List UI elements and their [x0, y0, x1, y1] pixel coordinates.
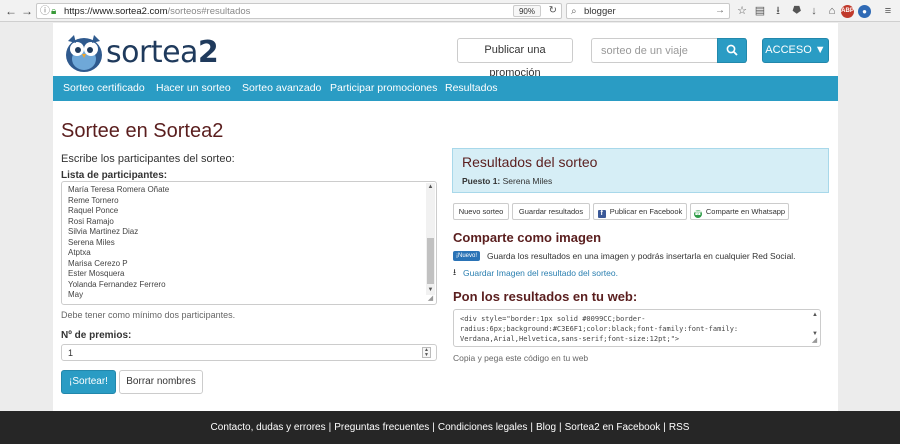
main-navigation: Sorteo certificado Hacer un sorteo Sorte…	[53, 76, 838, 101]
prizes-label: Nº de premios:	[61, 330, 132, 341]
scroll-up-icon[interactable]: ▲	[811, 311, 819, 319]
new-draw-button[interactable]: Nuevo sorteo	[453, 203, 509, 220]
back-arrow-icon[interactable]: ←	[3, 3, 19, 19]
embed-title: Pon los resultados en tu web:	[453, 289, 638, 304]
resize-handle-icon[interactable]: ◢	[810, 336, 819, 345]
footer-link-rss[interactable]: RSS	[669, 422, 690, 433]
scrollbar-thumb[interactable]	[427, 238, 434, 284]
embed-code-line: <div style="border:1px solid #0099CC;bor…	[460, 315, 646, 323]
share-image-text: Guarda los resultados en una imagen y po…	[487, 251, 796, 261]
reading-list-icon[interactable]: ▤	[752, 3, 768, 19]
embed-code-line: Verdana,Arial,Helvetica,sans-serif;font-…	[460, 335, 680, 343]
resize-handle-icon[interactable]: ◢	[426, 294, 435, 303]
participants-subtitle: Escribe los participantes del sorteo:	[61, 153, 235, 165]
page-container: sortea2 Publicar una promoción ACCESO ▼ …	[53, 23, 838, 411]
bookmark-star-icon[interactable]: ☆	[734, 3, 750, 19]
lock-icon: 🔒︎	[51, 6, 57, 17]
participants-label: Lista de participantes:	[61, 170, 168, 181]
save-image-link[interactable]: Guardar Imagen del resultado del sorteo.	[463, 268, 618, 278]
home-icon[interactable]: ⌂	[824, 3, 840, 19]
results-place-1: Puesto 1: Serena Miles	[462, 176, 553, 186]
embed-code-textarea[interactable]: <div style="border:1px solid #0099CC;bor…	[453, 309, 821, 347]
clear-names-button[interactable]: Borrar nombres	[119, 370, 203, 394]
footer-separator: |	[559, 422, 562, 433]
whatsapp-icon: ☎	[693, 210, 702, 218]
embed-code-scrollbar[interactable]: ▲ ▼	[811, 311, 819, 338]
prizes-input[interactable]	[61, 344, 437, 361]
participant-entry: Raquel Ponce	[68, 206, 119, 215]
nav-hacer-un-sorteo[interactable]: Hacer un sorteo	[156, 76, 231, 101]
pocket-icon[interactable]: ⯂	[788, 3, 804, 19]
participant-entry: Serena Miles	[68, 238, 115, 247]
footer-link-facebook[interactable]: Sortea2 en Facebook	[565, 422, 661, 433]
info-icon[interactable]: ⓘ	[40, 5, 50, 18]
publish-promotion-button[interactable]: Publicar una promoción	[457, 38, 573, 79]
zoom-indicator[interactable]: 90%	[512, 5, 541, 17]
participant-entry: María Teresa Romera Oñate	[68, 185, 170, 194]
new-badge: ¡Nuevo!	[453, 251, 481, 261]
download-arrow-icon[interactable]: ↓	[806, 3, 822, 19]
participants-scrollbar[interactable]: ▲ ▼	[426, 183, 435, 295]
footer-separator: |	[530, 422, 534, 433]
prizes-stepper[interactable]: ▲ ▼	[422, 347, 431, 358]
results-title: Resultados del sorteo	[462, 154, 598, 170]
participant-entry: Reme Tornero	[68, 196, 119, 205]
footer-link-blog[interactable]: Blog	[536, 422, 556, 433]
download-icon: ⭳	[453, 267, 457, 277]
draw-button[interactable]: ¡Sortear!	[61, 370, 116, 394]
save-results-button[interactable]: Guardar resultados	[512, 203, 590, 220]
owl-mascot-icon	[66, 35, 102, 72]
min-participants-help: Debe tener como mínimo dos participantes…	[61, 310, 236, 320]
nav-participar-promociones[interactable]: Participar promociones	[330, 76, 437, 101]
footer-link-contact[interactable]: Contacto, dudas y errores	[211, 422, 326, 433]
participants-textarea[interactable]: María Teresa Romera Oñate Reme Tornero R…	[61, 181, 437, 305]
footer-link-faq[interactable]: Preguntas frecuentes	[334, 422, 429, 433]
url-text: https://www.sortea2.com/sorteos#resultad…	[64, 6, 251, 17]
extension-icon[interactable]: ●	[858, 5, 871, 18]
facebook-share-button[interactable]: f Publicar en Facebook	[593, 203, 687, 220]
search-icon	[726, 44, 738, 56]
search-icon: ⌕	[571, 6, 577, 17]
browser-search-query: blogger	[584, 6, 616, 17]
participant-entry: Yolanda Fernandez Ferrero	[68, 280, 166, 289]
footer-links: Contacto, dudas y errores | Preguntas frec…	[0, 421, 900, 434]
whatsapp-share-button[interactable]: ☎ Comparte en Whatsapp	[690, 203, 789, 220]
access-button[interactable]: ACCESO ▼	[762, 38, 829, 63]
nav-resultados[interactable]: Resultados	[445, 76, 498, 101]
footer-link-legal[interactable]: Condiciones legales	[438, 422, 528, 433]
nav-sorteo-avanzado[interactable]: Sorteo avanzado	[242, 76, 321, 101]
site-search-button[interactable]	[717, 38, 747, 63]
footer-separator: |	[328, 422, 332, 433]
results-panel: Resultados del sorteo Puesto 1: Serena M…	[452, 148, 829, 193]
embed-code-line: radius:6px;background:#C3E6F1;color:blac…	[460, 325, 739, 333]
menu-icon[interactable]: ≡	[880, 3, 896, 19]
participant-entry: Silvia Martinez Diaz	[68, 227, 139, 236]
participant-entry: Atptxa	[68, 248, 91, 257]
browser-toolbar: ← → ⓘ 🔒︎ https://www.sortea2.com/sorteos…	[0, 0, 900, 22]
scroll-up-icon[interactable]: ▲	[426, 183, 435, 192]
forward-arrow-icon[interactable]: →	[19, 3, 35, 19]
participant-entry: May	[68, 290, 84, 299]
nav-sorteo-certificado[interactable]: Sorteo certificado	[63, 76, 145, 101]
site-footer: Contacto, dudas y errores | Preguntas frec…	[0, 411, 900, 444]
facebook-icon: f	[597, 210, 606, 218]
copy-code-hint: Copia y pega este código en tu web	[453, 353, 589, 363]
participant-entry: Marisa Cerezo P	[68, 259, 128, 268]
downloads-icon[interactable]: ⭳	[770, 3, 786, 19]
participant-entry: Rosi Ramajo	[68, 217, 114, 226]
page-title: Sortee en Sortea2	[61, 120, 224, 142]
go-arrow-icon[interactable]: →	[715, 4, 725, 18]
footer-separator: |	[663, 422, 666, 433]
reload-icon[interactable]: ↻	[549, 4, 557, 18]
logo-text: sortea2	[106, 35, 219, 70]
footer-separator: |	[432, 422, 435, 433]
share-image-title: Comparte como imagen	[453, 230, 602, 245]
address-bar[interactable]: ⓘ 🔒︎ https://www.sortea2.com/sorteos#res…	[36, 3, 562, 19]
participant-entry: Ester Mosquera	[68, 269, 125, 278]
browser-search-bar[interactable]: ⌕ blogger →	[566, 3, 730, 19]
adblock-icon[interactable]: ABP	[841, 5, 854, 18]
site-logo[interactable]: sortea2	[60, 25, 219, 75]
